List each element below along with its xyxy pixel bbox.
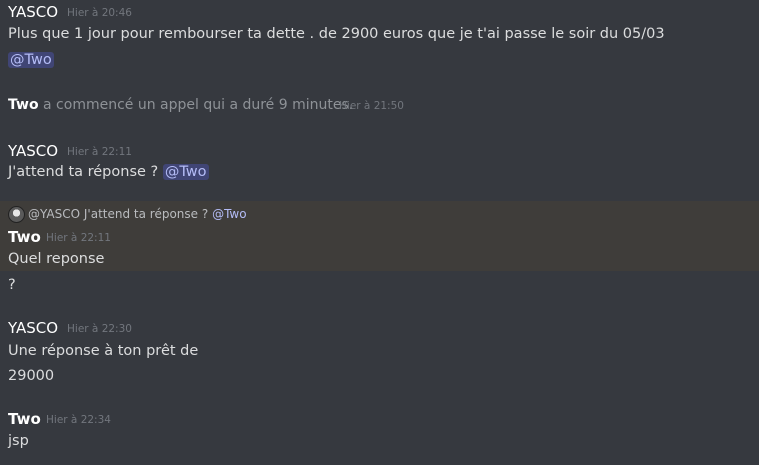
message-author[interactable]: Two <box>8 228 41 246</box>
message-timestamp: Hier à 22:30 <box>67 323 132 335</box>
message-text: Quel reponse <box>8 251 105 267</box>
system-message-author[interactable]: Two <box>8 97 39 113</box>
message-text: jsp <box>8 433 29 449</box>
message-author[interactable]: YASCO <box>8 3 58 21</box>
message-timestamp: Hier à 22:11 <box>67 146 132 158</box>
message-timestamp: Hier à 22:34 <box>46 414 111 426</box>
message-timestamp: Hier à 22:11 <box>46 232 111 244</box>
system-message-text: a commencé un appel qui a duré 9 minutes… <box>43 97 354 113</box>
message-text: J'attend ta réponse ? <box>8 164 159 180</box>
reply-reference[interactable]: @YASCO J'attend ta réponse ? @Two <box>28 206 247 222</box>
message-timestamp: Hier à 20:46 <box>67 7 132 19</box>
message-text: Une réponse à ton prêt de <box>8 343 199 359</box>
message-author[interactable]: YASCO <box>8 319 58 337</box>
message-text: ? <box>8 277 16 293</box>
user-mention[interactable]: @Two <box>8 52 54 68</box>
call-system-message: Two a commencé un appel qui a duré 9 min… <box>8 96 353 114</box>
message-content: J'attend ta réponse ? @Two <box>8 163 209 181</box>
reply-avatar[interactable] <box>8 206 25 223</box>
reply-mention-author[interactable]: @YASCO <box>28 207 80 221</box>
reply-reference-text: J'attend ta réponse ? <box>83 207 209 221</box>
message-timestamp: Hier à 21:50 <box>339 100 404 112</box>
message-author[interactable]: YASCO <box>8 142 58 160</box>
reply-reference-mention[interactable]: @Two <box>212 207 247 221</box>
message-author[interactable]: Two <box>8 410 41 428</box>
message-text: 29000 <box>8 368 55 384</box>
user-mention[interactable]: @Two <box>162 164 209 180</box>
message-text: Plus que 1 jour pour rembourser ta dette… <box>8 26 665 42</box>
